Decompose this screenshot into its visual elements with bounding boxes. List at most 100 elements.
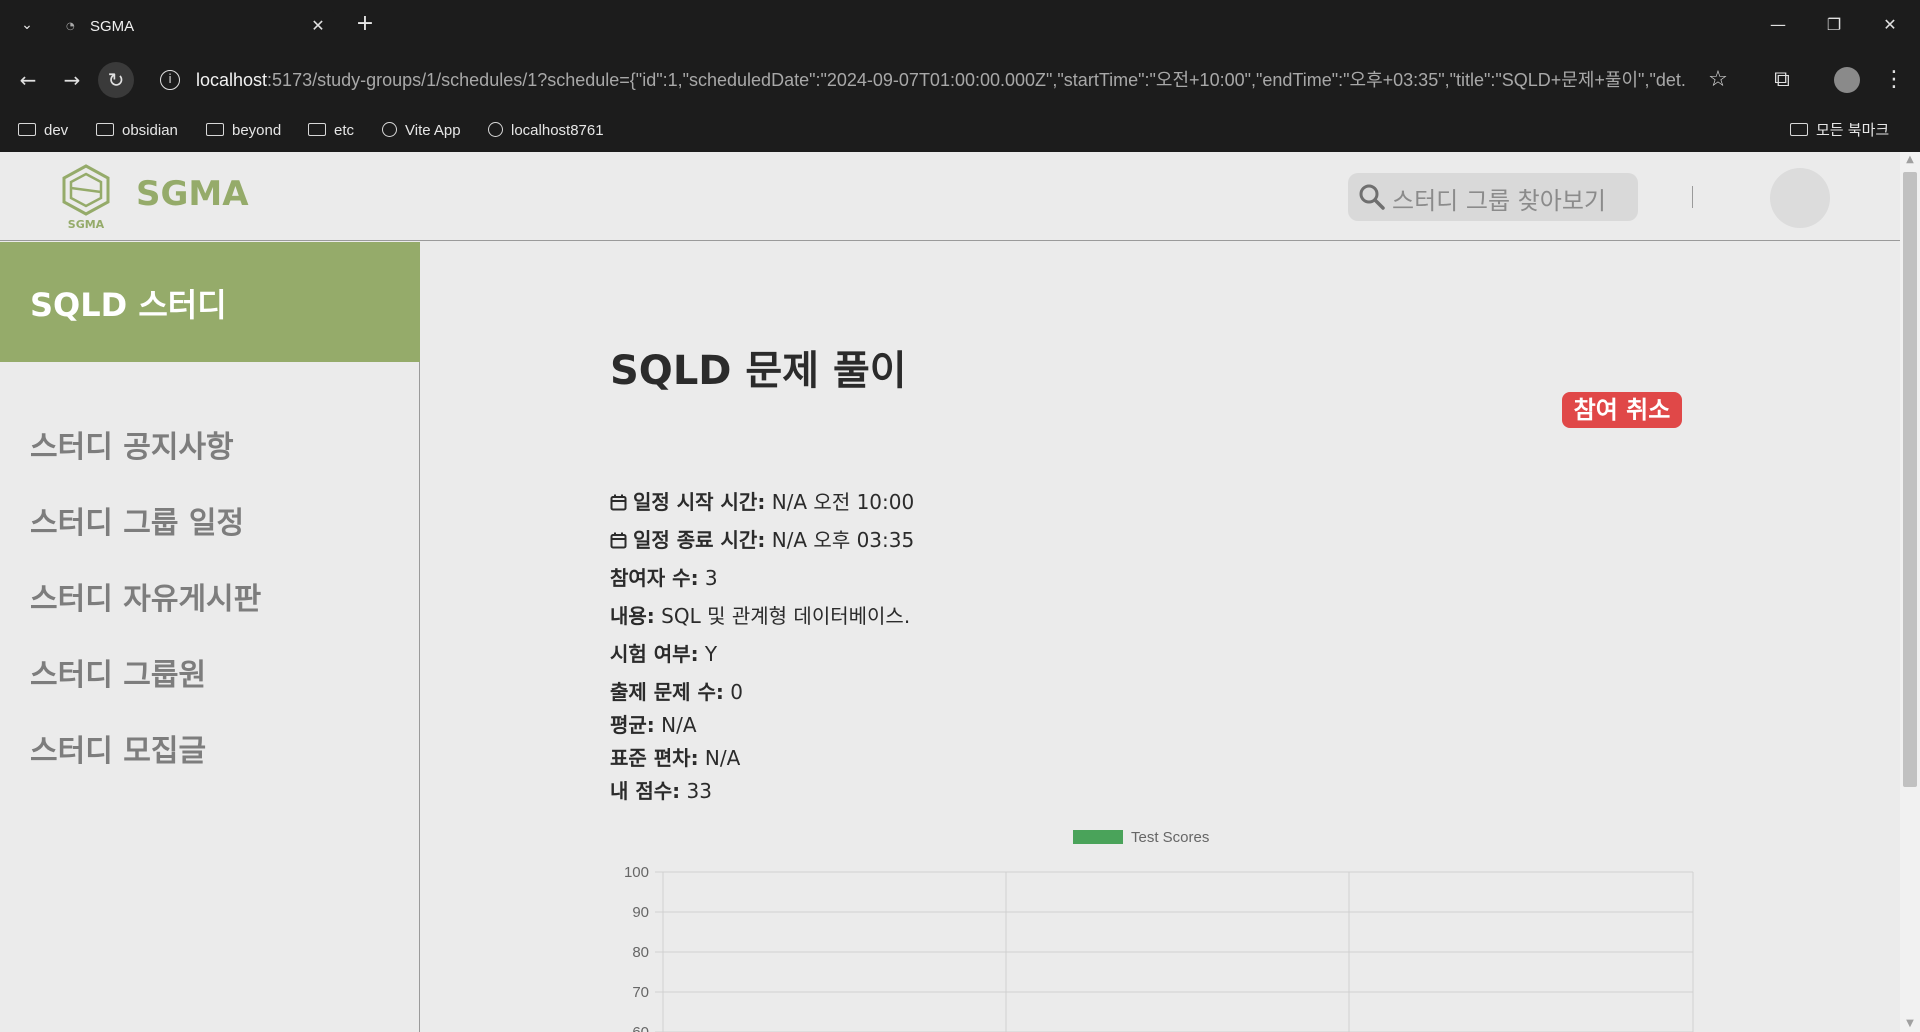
- reload-icon[interactable]: ↻: [98, 62, 134, 98]
- scroll-down-icon[interactable]: ▼: [1900, 1016, 1920, 1032]
- bookmark-star-icon[interactable]: ☆: [1700, 62, 1736, 98]
- bookmark-label: Vite App: [405, 122, 461, 139]
- sidebar-item-free-board[interactable]: 스터디 자유게시판: [30, 574, 261, 618]
- bookmark-obsidian[interactable]: obsidian: [96, 120, 178, 142]
- main-content: SQLD 문제 풀이 참여 취소 일정 시작 시간: N/A 오전 10:00 …: [421, 242, 1900, 1032]
- search-placeholder: 스터디 그룹 찾아보기: [1392, 187, 1606, 215]
- brand-name[interactable]: SGMA: [136, 174, 249, 214]
- bookmark-dev[interactable]: dev: [18, 120, 68, 142]
- all-bookmarks-label: 모든 북마크: [1816, 122, 1890, 139]
- address-bar[interactable]: localhost:5173/study-groups/1/schedules/…: [196, 60, 1686, 100]
- tab-title: SGMA: [90, 18, 135, 35]
- menu-kebab-icon[interactable]: ⋮: [1876, 62, 1912, 98]
- browser-tab-bar: ⌄ ◔ SGMA ✕ + — ❐ ✕: [0, 0, 1920, 50]
- my-score-value: 33: [686, 779, 712, 803]
- start-time-label: 일정 시작 시간:: [633, 490, 766, 514]
- scroll-up-icon[interactable]: ▲: [1900, 152, 1920, 168]
- globe-icon: [488, 122, 503, 137]
- y-tick-label: 80: [632, 944, 649, 961]
- average-row: 평균: N/A: [610, 709, 697, 738]
- end-time-value: N/A 오후 03:35: [771, 528, 915, 552]
- profile-avatar-icon[interactable]: [1834, 67, 1860, 93]
- sidebar-item-members[interactable]: 스터디 그룹원: [30, 650, 206, 694]
- question-count-row: 출제 문제 수: 0: [610, 676, 743, 705]
- app-header: SGMA SGMA 스터디 그룹 찾아보기: [0, 152, 1900, 241]
- end-time-row: 일정 종료 시간: N/A 오후 03:35: [610, 524, 914, 553]
- participants-row: 참여자 수: 3: [610, 562, 718, 591]
- extensions-icon[interactable]: ⧉: [1764, 62, 1800, 98]
- cancel-participation-button[interactable]: 참여 취소: [1562, 392, 1682, 428]
- bookmark-label: beyond: [232, 122, 282, 139]
- browser-tab[interactable]: ◔ SGMA ✕: [56, 8, 336, 50]
- study-group-title[interactable]: SQLD 스터디: [30, 280, 227, 326]
- test-scores-chart: Test Scores 100 90 80 70 60: [624, 829, 1694, 1032]
- url-path: :5173/study-groups/1/schedules/1?schedul…: [267, 70, 1686, 90]
- all-bookmarks[interactable]: 모든 북마크: [1790, 120, 1889, 142]
- participants-value: 3: [704, 566, 718, 590]
- y-tick-label: 90: [632, 904, 649, 921]
- sidebar-header: SQLD 스터디: [0, 242, 420, 362]
- bookmark-label: localhost8761: [511, 122, 604, 139]
- bookmark-beyond[interactable]: beyond: [206, 120, 281, 142]
- stddev-row: 표준 편차: N/A: [610, 742, 740, 771]
- folder-icon: [1790, 123, 1808, 136]
- search-icon: [1359, 184, 1385, 210]
- restore-icon[interactable]: ❐: [1814, 8, 1854, 42]
- site-info-icon[interactable]: i: [160, 70, 180, 90]
- header-divider: [1692, 186, 1693, 208]
- exam-row: 시험 여부: Y: [610, 638, 717, 667]
- content-row: 내용: SQL 및 관계형 데이터베이스.: [610, 600, 910, 629]
- y-tick-label: 70: [632, 984, 649, 1001]
- sidebar-item-recruitment[interactable]: 스터디 모집글: [30, 726, 206, 770]
- sidebar-item-notices[interactable]: 스터디 공지사항: [30, 422, 234, 466]
- new-tab-icon[interactable]: +: [352, 12, 378, 38]
- window-close-icon[interactable]: ✕: [1870, 8, 1910, 42]
- bookmarks-bar: dev obsidian beyond etc Vite App localho…: [0, 110, 1920, 152]
- exam-value: Y: [704, 642, 718, 666]
- page-scrollbar[interactable]: ▲ ▼: [1900, 152, 1920, 1032]
- legend-label: Test Scores: [1131, 829, 1209, 846]
- back-icon[interactable]: ←: [10, 62, 46, 98]
- stddev-label: 표준 편차:: [610, 746, 699, 770]
- folder-icon: [308, 123, 326, 136]
- bookmark-etc[interactable]: etc: [308, 120, 354, 142]
- my-score-label: 내 점수:: [610, 779, 681, 803]
- content-label: 내용:: [610, 604, 655, 628]
- question-count-value: 0: [730, 680, 744, 704]
- stddev-value: N/A: [704, 746, 741, 770]
- folder-icon: [96, 123, 114, 136]
- legend-swatch[interactable]: [1073, 830, 1123, 844]
- end-time-label: 일정 종료 시간:: [633, 528, 766, 552]
- my-score-row: 내 점수: 33: [610, 775, 712, 804]
- start-time-row: 일정 시작 시간: N/A 오전 10:00: [610, 486, 914, 515]
- average-value: N/A: [661, 713, 697, 737]
- folder-icon: [18, 123, 36, 136]
- start-time-value: N/A 오전 10:00: [771, 490, 915, 514]
- sidebar: SQLD 스터디 스터디 공지사항 스터디 그룹 일정 스터디 자유게시판 스터…: [0, 242, 420, 1032]
- folder-icon: [206, 123, 224, 136]
- bookmark-localhost8761[interactable]: localhost8761: [488, 120, 604, 142]
- minimize-icon[interactable]: —: [1758, 8, 1798, 42]
- calendar-icon: [610, 532, 627, 549]
- exam-label: 시험 여부:: [610, 642, 699, 666]
- y-tick-label: 60: [632, 1024, 649, 1032]
- tab-close-icon[interactable]: ✕: [308, 16, 328, 36]
- bookmark-label: dev: [44, 122, 69, 139]
- average-label: 평균:: [610, 713, 655, 737]
- bookmark-label: obsidian: [122, 122, 178, 139]
- vite-icon: [382, 122, 397, 137]
- browser-toolbar: ← → ↻ i localhost:5173/study-groups/1/sc…: [0, 50, 1920, 110]
- bookmark-vite-app[interactable]: Vite App: [382, 120, 461, 142]
- forward-icon[interactable]: →: [54, 62, 90, 98]
- y-tick-label: 100: [624, 864, 649, 881]
- scrollbar-thumb[interactable]: [1903, 172, 1917, 787]
- search-bar[interactable]: 스터디 그룹 찾아보기: [1348, 173, 1638, 221]
- tab-favicon-icon: ◔: [66, 21, 75, 32]
- calendar-icon: [610, 494, 627, 511]
- app-root: SGMA SGMA 스터디 그룹 찾아보기 SQLD 스터디 스터디 공지사항 …: [0, 152, 1900, 1032]
- schedule-title: SQLD 문제 풀이: [610, 348, 907, 394]
- sgma-logo-icon[interactable]: SGMA: [56, 162, 116, 230]
- tab-search-icon[interactable]: ⌄: [14, 12, 40, 38]
- user-avatar[interactable]: [1770, 168, 1830, 228]
- sidebar-item-schedule[interactable]: 스터디 그룹 일정: [30, 498, 244, 542]
